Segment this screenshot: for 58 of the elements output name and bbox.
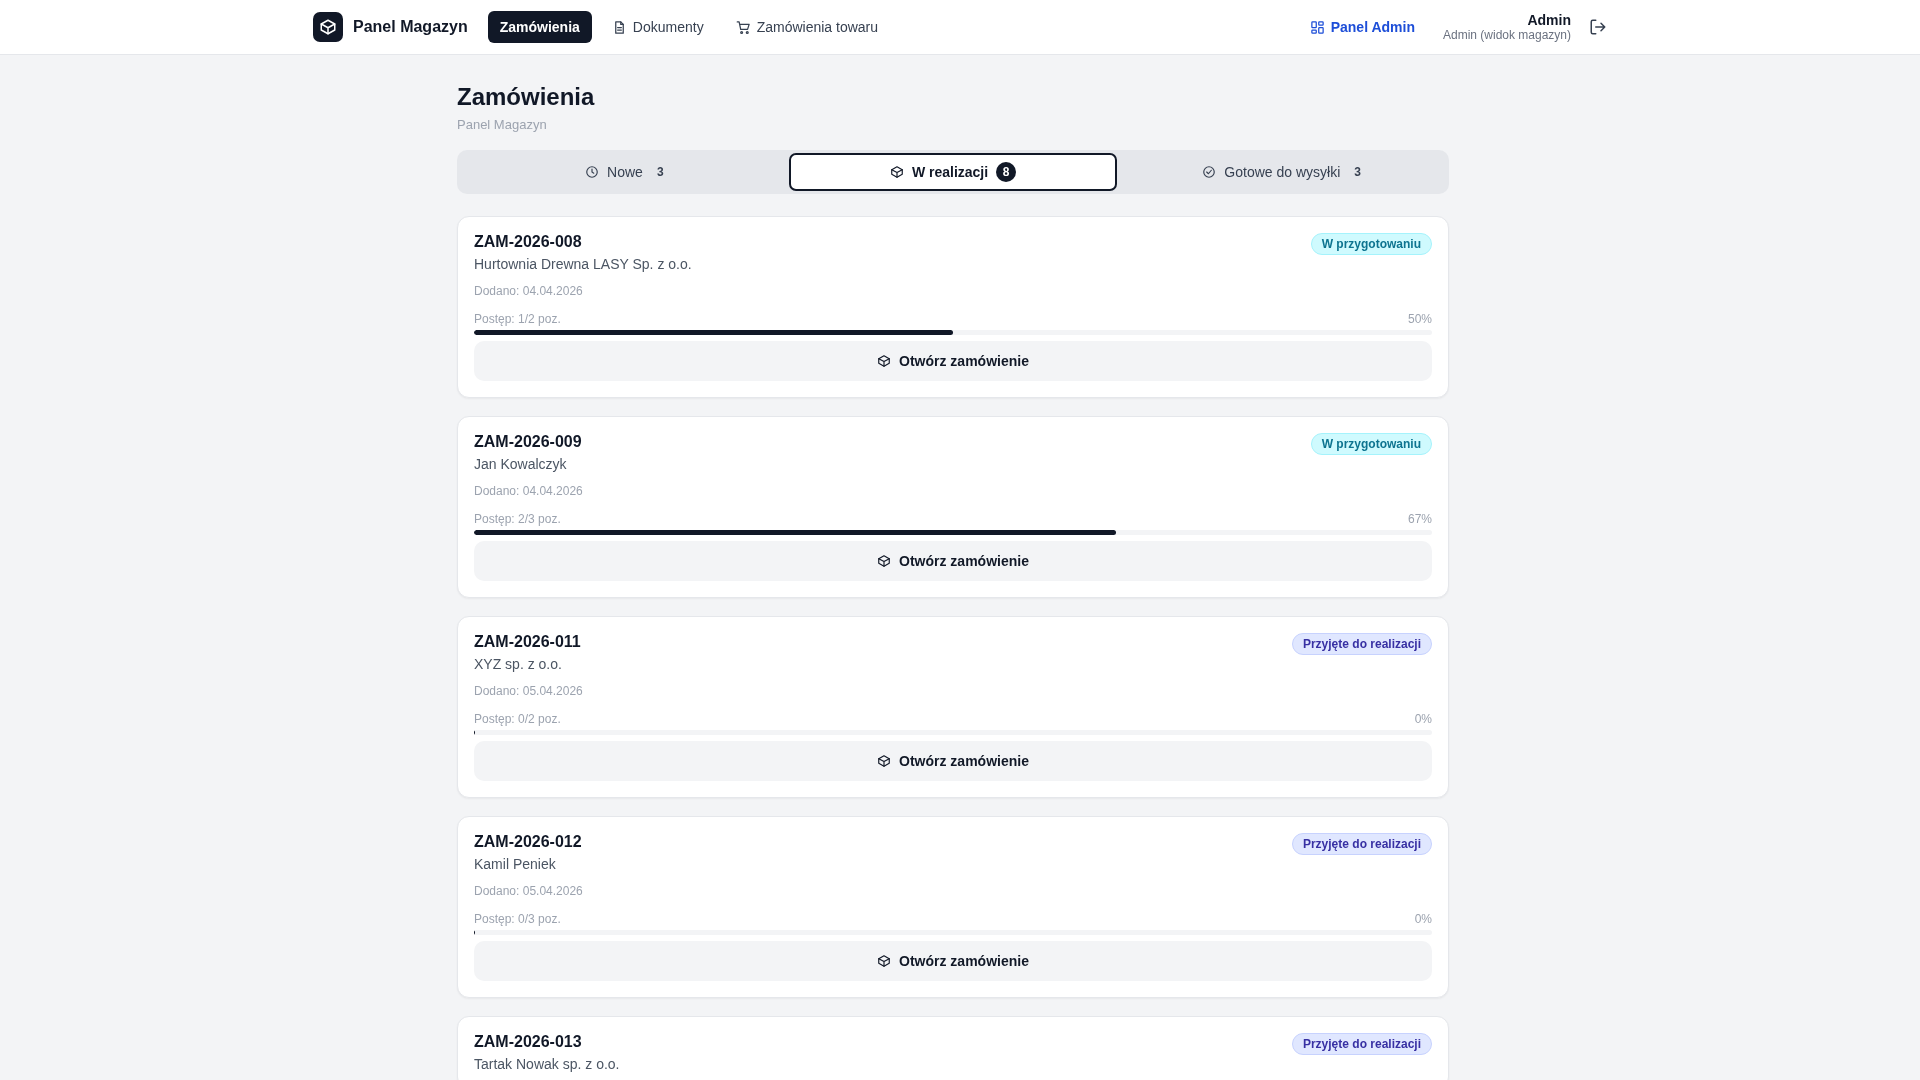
cart-icon (735, 19, 751, 35)
cube-icon (877, 554, 892, 568)
status-badge: Przyjęte do realizacji (1291, 1033, 1432, 1055)
added-date: Dodano: 04.04.2026 (474, 284, 584, 298)
page-subtitle: Panel Magazyn (457, 117, 548, 132)
progress-percent: 67% (1407, 512, 1432, 526)
customer-name: Tartak Nowak sp. z o.o. (474, 1056, 620, 1072)
status-tab[interactable]: W realizacji 8 (788, 153, 1118, 191)
grid-icon (1309, 19, 1325, 35)
open-order-button[interactable]: Otwórz zamówienie (474, 541, 1432, 581)
progress-label: Postęp: 0/2 poz. (474, 712, 561, 726)
status-tab[interactable]: Nowe 3 (460, 153, 789, 191)
logout-icon (1589, 18, 1607, 36)
open-order-button[interactable]: Otwórz zamówienie (474, 341, 1432, 381)
count-badge: 8 (996, 162, 1017, 182)
logout-button[interactable] (1589, 18, 1607, 36)
clock-icon (585, 165, 600, 179)
order-number: ZAM-2026-012 (474, 833, 582, 851)
status-badge: Przyjęte do realizacji (1291, 633, 1432, 655)
added-date: Dodano: 05.04.2026 (474, 684, 584, 698)
nav-link[interactable]: Zamówienia (487, 11, 592, 43)
status-badge: Przyjęte do realizacji (1291, 833, 1432, 855)
cube-icon (889, 165, 904, 179)
customer-name: Hurtownia Drewna LASY Sp. z o.o. (474, 256, 692, 272)
order-number: ZAM-2026-011 (474, 633, 581, 651)
brand-name: Panel Magazyn (353, 18, 468, 36)
tab-count: 3 (1354, 165, 1361, 179)
cube-icon (877, 954, 892, 968)
open-order-button[interactable]: Otwórz zamówienie (474, 741, 1432, 781)
customer-name: Kamil Peniek (474, 856, 557, 872)
cube-icon (319, 18, 337, 36)
added-date: Dodano: 05.04.2026 (474, 884, 584, 898)
page-title: Zamówienia (457, 83, 596, 111)
status-badge: W przygotowaniu (1310, 233, 1432, 255)
progress-percent: 0% (1414, 712, 1432, 726)
open-order-button[interactable]: Otwórz zamówienie (474, 941, 1432, 981)
cube-icon (877, 354, 892, 368)
check-circle-icon (1202, 165, 1217, 179)
user-name: Admin (1527, 12, 1571, 28)
order-number: ZAM-2026-013 (474, 1033, 583, 1051)
cube-icon (877, 754, 892, 768)
progress-percent: 0% (1414, 912, 1432, 926)
progress-label: Postęp: 0/3 poz. (474, 912, 561, 926)
order-number: ZAM-2026-008 (474, 233, 583, 251)
added-date: Dodano: 04.04.2026 (474, 484, 584, 498)
admin-link[interactable]: Panel Admin (1309, 19, 1415, 35)
status-tab[interactable]: Gotowe do wysyłki 3 (1117, 153, 1446, 191)
nav-link[interactable]: Zamówienia towaru (723, 11, 891, 43)
progress-percent: 50% (1407, 312, 1432, 326)
customer-name: XYZ sp. z o.o. (474, 656, 563, 672)
user-role: Admin (widok magazyn) (1442, 28, 1571, 42)
status-badge: W przygotowaniu (1310, 433, 1432, 455)
nav-link[interactable]: Dokumenty (599, 11, 716, 43)
progress-label: Postęp: 1/2 poz. (474, 312, 561, 326)
progress-label: Postęp: 2/3 poz. (474, 512, 561, 526)
tab-count: 3 (656, 165, 664, 179)
customer-name: Jan Kowalczyk (474, 456, 568, 472)
order-number: ZAM-2026-009 (474, 433, 582, 451)
